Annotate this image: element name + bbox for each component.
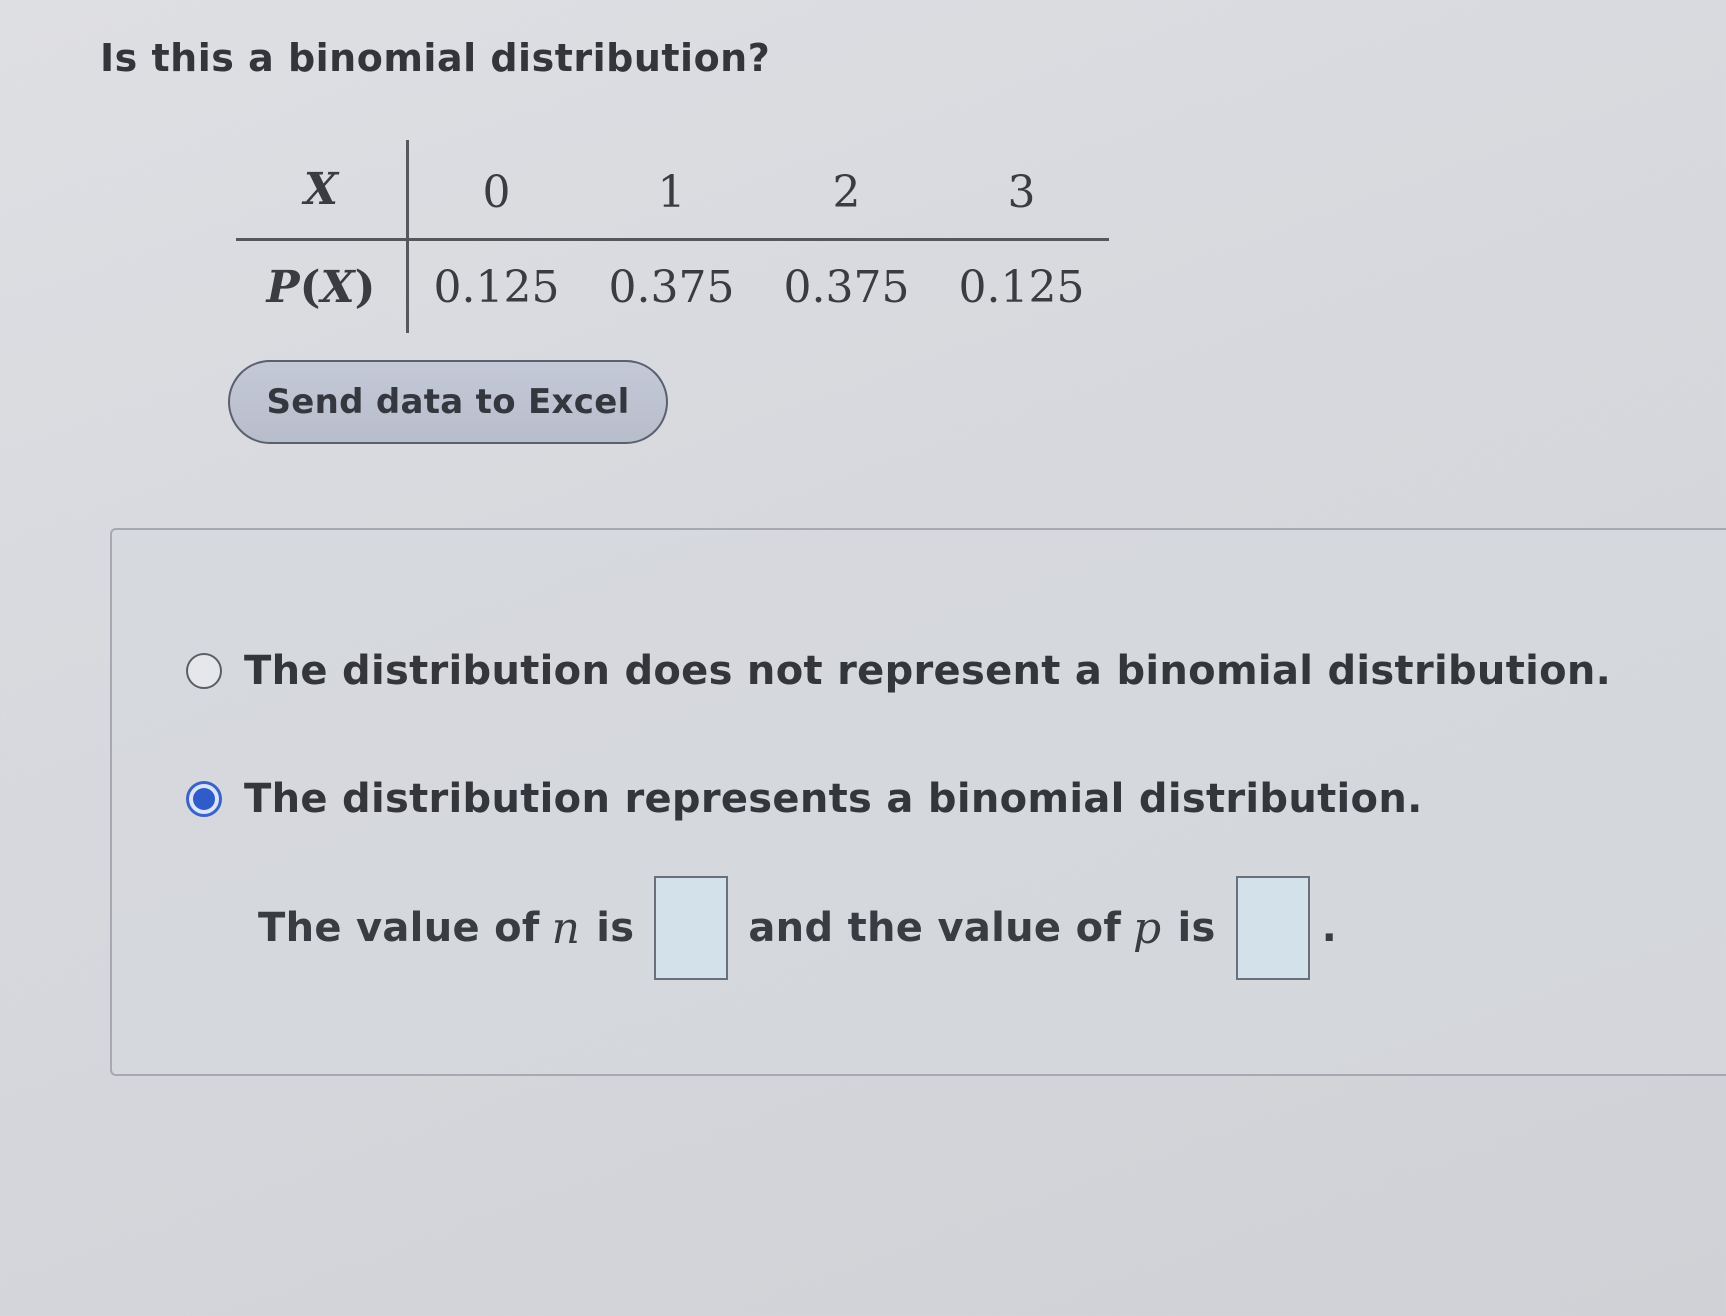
p-value-box[interactable]	[1235, 876, 1312, 980]
option-binomial[interactable]: The distribution represents a binomial d…	[186, 776, 1423, 822]
px-close: )	[354, 261, 376, 313]
x-value-0: 0	[407, 140, 584, 241]
radio-binomial[interactable]	[186, 781, 222, 817]
sentence-part-2: is	[596, 905, 635, 951]
distribution-table: X 0 1 2 3 P(X) 0.125 0.375 0.375 0.125	[236, 140, 1109, 333]
n-value-input[interactable]	[656, 878, 731, 980]
variable-p: p	[1133, 902, 1162, 954]
px-p: P	[266, 261, 300, 313]
x-value-2: 2	[759, 140, 934, 241]
p-value-input[interactable]	[1237, 878, 1312, 980]
p-value-1: 0.375	[608, 261, 735, 313]
px-open: (	[299, 261, 321, 313]
option-not-binomial-label: The distribution does not represent a bi…	[244, 648, 1612, 694]
option-binomial-label: The distribution represents a binomial d…	[244, 776, 1423, 822]
parameter-sentence: The value of n is and the value of p is …	[258, 876, 1337, 980]
x-value-3: 3	[934, 140, 1109, 241]
p-value-0: 0.125	[433, 261, 560, 313]
sentence-part-4: is	[1177, 905, 1216, 951]
answer-panel: The distribution does not represent a bi…	[110, 528, 1726, 1076]
n-value-box[interactable]	[654, 876, 731, 980]
p-value-2: 0.375	[783, 261, 910, 313]
sentence-period: .	[1321, 905, 1338, 951]
sentence-part-3: and the value of	[748, 905, 1122, 951]
option-not-binomial[interactable]: The distribution does not represent a bi…	[186, 648, 1611, 694]
row-header-px: P(X)	[236, 239, 409, 333]
table-row-p: P(X) 0.125 0.375 0.375 0.125	[236, 239, 1109, 333]
radio-selected-dot	[193, 788, 215, 810]
sentence-part-1: The value of	[258, 905, 540, 951]
radio-not-binomial[interactable]	[186, 653, 222, 689]
send-data-to-excel-button[interactable]: Send data to Excel	[228, 360, 668, 444]
question-text: Is this a binomial distribution?	[100, 36, 771, 80]
variable-n: n	[551, 902, 581, 954]
table-row-x: X 0 1 2 3	[236, 140, 1109, 241]
page: Is this a binomial distribution? X 0 1 2…	[0, 0, 1726, 1316]
p-value-3: 0.125	[958, 261, 1085, 313]
px-x: X	[320, 261, 355, 313]
row-header-x: X	[236, 140, 409, 241]
x-value-1: 1	[584, 140, 759, 241]
